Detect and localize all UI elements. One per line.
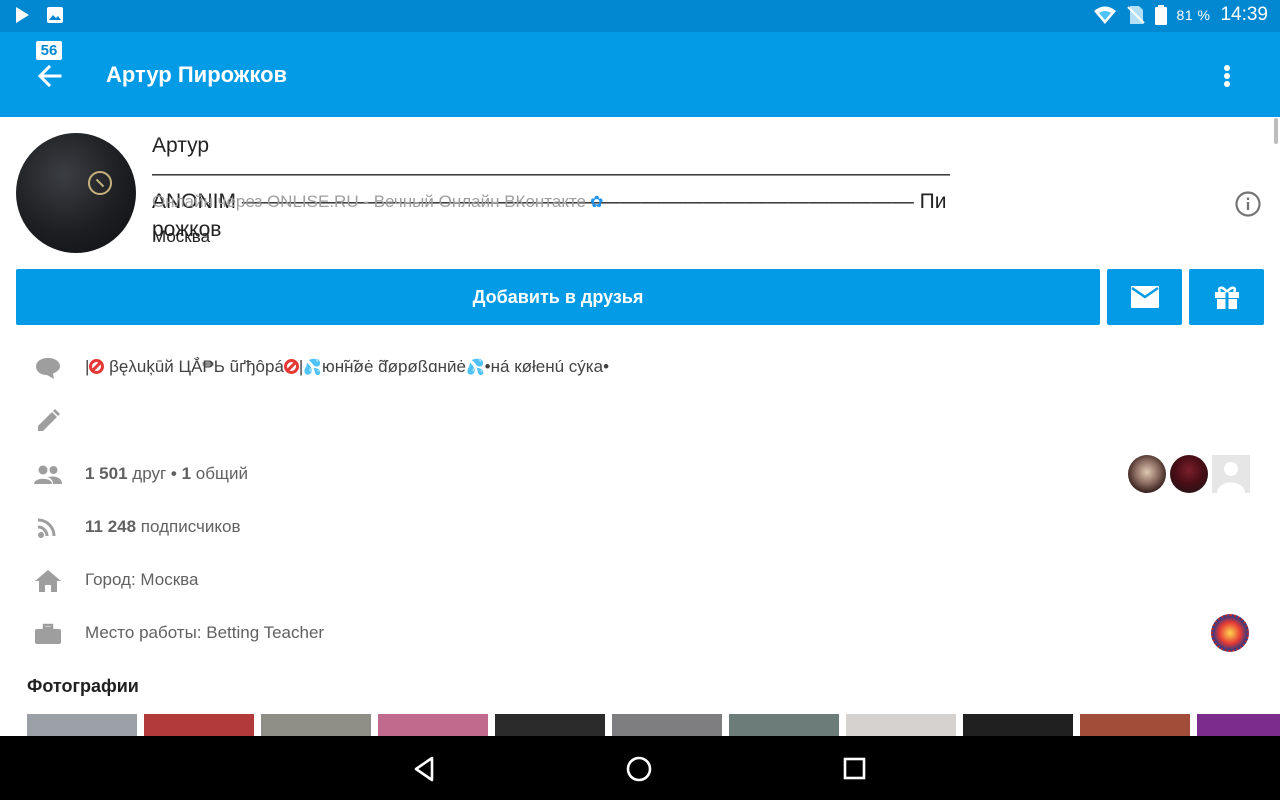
app-bar: 56 Артур Пирожков	[0, 32, 1280, 117]
sweat-drops-icon: 💦	[303, 359, 323, 376]
mail-icon	[1130, 286, 1159, 308]
pencil-icon[interactable]	[34, 409, 62, 433]
photos-title[interactable]: Фотографии	[27, 676, 139, 697]
user-placeholder-icon	[1217, 462, 1245, 493]
gift-icon	[1214, 286, 1239, 309]
work-row[interactable]: Место работы: Betting Teacher	[0, 614, 1280, 654]
back-arrow-icon[interactable]	[36, 62, 64, 90]
photo-thumbnail[interactable]	[1197, 714, 1280, 736]
mutual-count: 1	[181, 464, 192, 483]
photo-thumbnail[interactable]	[495, 714, 605, 736]
followers-count: 11 248	[85, 517, 137, 536]
battery-icon	[1154, 5, 1167, 25]
friend-avatar-placeholder[interactable]	[1212, 455, 1250, 493]
prohibited-icon	[89, 359, 105, 374]
more-vert-icon[interactable]	[1216, 62, 1238, 90]
comment-icon	[36, 358, 60, 379]
clock: 14:39	[1220, 4, 1268, 25]
photo-thumbnail[interactable]	[261, 714, 371, 736]
friends-row[interactable]: 1 501 друг • 1 общий	[0, 455, 1280, 495]
image-icon	[47, 7, 63, 23]
home-circle-icon[interactable]	[624, 754, 654, 784]
photo-thumbnail[interactable]	[27, 714, 137, 736]
status-bar: 81 % 14:39	[0, 0, 1280, 32]
no-sim-icon	[1126, 6, 1145, 24]
battery-percent: 81 %	[1176, 7, 1211, 23]
wifi-icon	[1093, 6, 1116, 24]
status-quote-text: | βęλuķūй ЦẮ₱Ь ũґђôрá |💦юн̃н̃øė ɗ̃øрøßɑнӣ…	[85, 357, 609, 377]
play-icon	[16, 7, 29, 23]
photos-strip	[27, 714, 1280, 736]
profile-avatar[interactable]	[16, 133, 136, 253]
friends-word: друг	[132, 464, 167, 483]
city-row: Город: Москва	[0, 561, 1280, 601]
photo-thumbnail[interactable]	[144, 714, 254, 736]
navigation-bar	[0, 736, 1280, 800]
screen: 81 % 14:39 56 Артур Пирожков Артур —————…	[0, 0, 1280, 800]
people-icon	[34, 465, 62, 484]
edit-row	[0, 401, 1280, 441]
quote-part-5: •нá кøłенú сýка•	[484, 357, 610, 376]
profile-name: Артур ——————————————————————————————————…	[152, 134, 950, 241]
gift-button[interactable]	[1189, 269, 1264, 325]
followers-text: 11 248 подписчиков	[85, 517, 240, 537]
friend-avatar[interactable]	[1128, 455, 1166, 493]
status-text: Онлайн через ONLISE.RU - Вечный Онлайн В…	[152, 192, 587, 211]
app-bar-title: Артур Пирожков	[106, 62, 288, 87]
followers-row[interactable]: 11 248 подписчиков	[0, 508, 1280, 548]
avatar-patch-icon	[88, 171, 112, 195]
photo-thumbnail[interactable]	[612, 714, 722, 736]
scrollbar-thumb[interactable]	[1274, 118, 1278, 144]
sweat-drops-icon: 💦	[465, 359, 485, 376]
profile-city: Москва	[152, 227, 211, 246]
back-triangle-icon[interactable]	[410, 754, 440, 784]
photo-thumbnail[interactable]	[378, 714, 488, 736]
status-quote-row: | βęλuķūй ЦẮ₱Ь ũґђôрá |💦юн̃н̃øė ɗ̃øрøßɑнӣ…	[0, 348, 1280, 388]
mutual-word: общий	[195, 464, 248, 483]
friend-avatars[interactable]	[1128, 455, 1250, 493]
work-logo[interactable]	[1211, 614, 1249, 652]
work-text: Место работы: Betting Teacher	[85, 623, 325, 642]
friends-sep: •	[170, 464, 177, 483]
city-text: Город: Москва	[85, 570, 199, 589]
recents-square-icon[interactable]	[840, 754, 870, 784]
home-icon	[35, 570, 61, 592]
photo-thumbnail[interactable]	[729, 714, 839, 736]
friends-count: 1 501	[85, 464, 128, 483]
quote-part-4: юн̃н̃øė ɗ̃øрøßɑнӣė	[322, 357, 466, 376]
add-friend-button[interactable]: Добавить в друзья	[16, 269, 1100, 325]
gear-icon: ✿	[590, 194, 604, 211]
photo-thumbnail[interactable]	[846, 714, 956, 736]
followers-word: подписчиков	[140, 517, 241, 536]
rss-icon	[37, 518, 56, 538]
prohibited-icon	[283, 359, 299, 374]
friend-avatar[interactable]	[1170, 455, 1208, 493]
briefcase-icon	[35, 623, 61, 644]
friends-text: 1 501 друг • 1 общий	[85, 464, 248, 484]
message-button[interactable]	[1107, 269, 1182, 325]
photo-thumbnail[interactable]	[963, 714, 1073, 736]
notification-badge: 56	[36, 41, 62, 60]
photo-thumbnail[interactable]	[1080, 714, 1190, 736]
info-icon[interactable]	[1234, 190, 1262, 218]
quote-part-2: βęλuķūй ЦẮ₱Ь ũґђôрá	[109, 357, 284, 376]
profile-status: Онлайн через ONLISE.RU - Вечный Онлайн В…	[152, 192, 603, 212]
